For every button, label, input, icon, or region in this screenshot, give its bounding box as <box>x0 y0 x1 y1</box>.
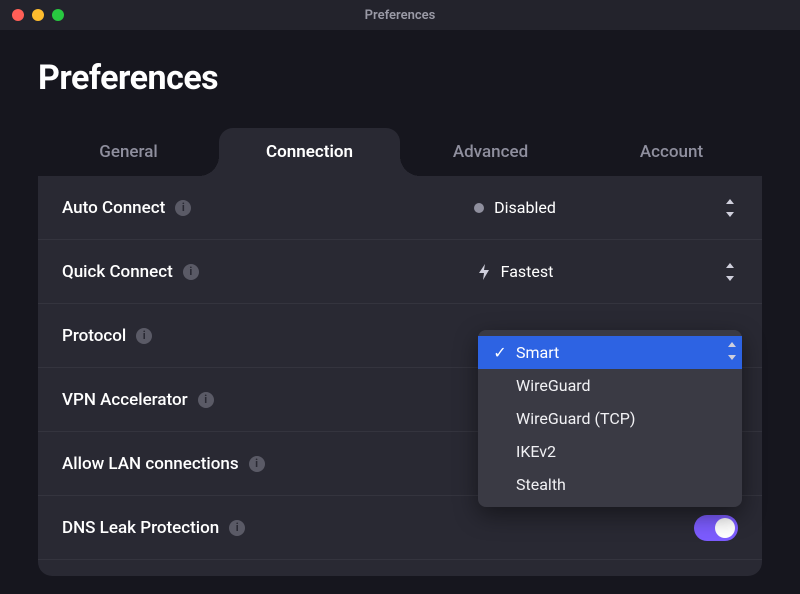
tab-connection[interactable]: Connection <box>219 128 400 176</box>
info-icon[interactable]: i <box>175 200 191 216</box>
info-icon[interactable]: i <box>229 520 245 536</box>
label-dns-leak: DNS Leak Protection i <box>62 518 292 538</box>
bolt-icon <box>477 264 491 280</box>
label-quick-connect: Quick Connect i <box>62 262 292 282</box>
tab-general[interactable]: General <box>38 128 219 176</box>
row-quick-connect: Quick Connect i Fastest <box>38 240 762 304</box>
text-allow-lan: Allow LAN connections <box>62 454 239 474</box>
status-dot-icon <box>474 203 484 213</box>
toggle-knob <box>715 518 735 538</box>
label-protocol: Protocol i <box>62 326 292 346</box>
dns-leak-toggle[interactable] <box>694 515 738 541</box>
option-label: Stealth <box>516 475 566 494</box>
info-icon[interactable]: i <box>249 456 265 472</box>
quick-connect-selector[interactable]: Fastest <box>292 262 738 281</box>
info-icon[interactable]: i <box>136 328 152 344</box>
label-allow-lan: Allow LAN connections i <box>62 454 292 474</box>
tabs: General Connection Advanced Account <box>38 128 762 176</box>
text-dns-leak: DNS Leak Protection <box>62 518 219 538</box>
info-icon[interactable]: i <box>183 264 199 280</box>
content-area: Preferences General Connection Advanced … <box>0 30 800 594</box>
tab-advanced[interactable]: Advanced <box>400 128 581 176</box>
label-vpn-accelerator: VPN Accelerator i <box>62 390 292 410</box>
label-auto-connect: Auto Connect i <box>62 198 292 218</box>
auto-connect-selector[interactable]: Disabled <box>292 198 738 217</box>
text-auto-connect: Auto Connect <box>62 198 165 218</box>
protocol-dropdown: ✓ Smart WireGuard WireGuard (TCP) IKEv2 <box>478 330 742 507</box>
protocol-option-wireguard[interactable]: WireGuard <box>478 369 742 402</box>
option-label: IKEv2 <box>516 442 556 461</box>
tab-account[interactable]: Account <box>581 128 762 176</box>
stepper-icon[interactable] <box>726 199 738 217</box>
row-auto-connect: Auto Connect i Disabled <box>38 176 762 240</box>
auto-connect-value: Disabled <box>494 198 556 217</box>
option-label: WireGuard <box>516 376 591 395</box>
info-icon[interactable]: i <box>198 392 214 408</box>
option-label: WireGuard (TCP) <box>516 409 635 428</box>
option-label: Smart <box>516 343 559 362</box>
text-quick-connect: Quick Connect <box>62 262 173 282</box>
protocol-option-stealth[interactable]: Stealth <box>478 468 742 501</box>
protocol-stepper-icon[interactable] <box>728 342 740 360</box>
protocol-option-smart[interactable]: ✓ Smart <box>478 336 742 369</box>
window-title: Preferences <box>0 8 800 23</box>
text-protocol: Protocol <box>62 326 126 346</box>
protocol-option-ikev2[interactable]: IKEv2 <box>478 435 742 468</box>
text-vpn-accelerator: VPN Accelerator <box>62 390 188 410</box>
protocol-option-wireguard-tcp[interactable]: WireGuard (TCP) <box>478 402 742 435</box>
check-icon: ✓ <box>492 343 508 362</box>
page-title: Preferences <box>38 58 762 98</box>
titlebar: Preferences <box>0 0 800 30</box>
stepper-icon[interactable] <box>726 263 738 281</box>
quick-connect-value: Fastest <box>501 262 554 281</box>
settings-panel: Auto Connect i Disabled Quick Connect i <box>38 176 762 576</box>
preferences-window: Preferences Preferences General Connecti… <box>0 0 800 594</box>
tab-strip: General Connection Advanced Account <box>38 128 762 176</box>
